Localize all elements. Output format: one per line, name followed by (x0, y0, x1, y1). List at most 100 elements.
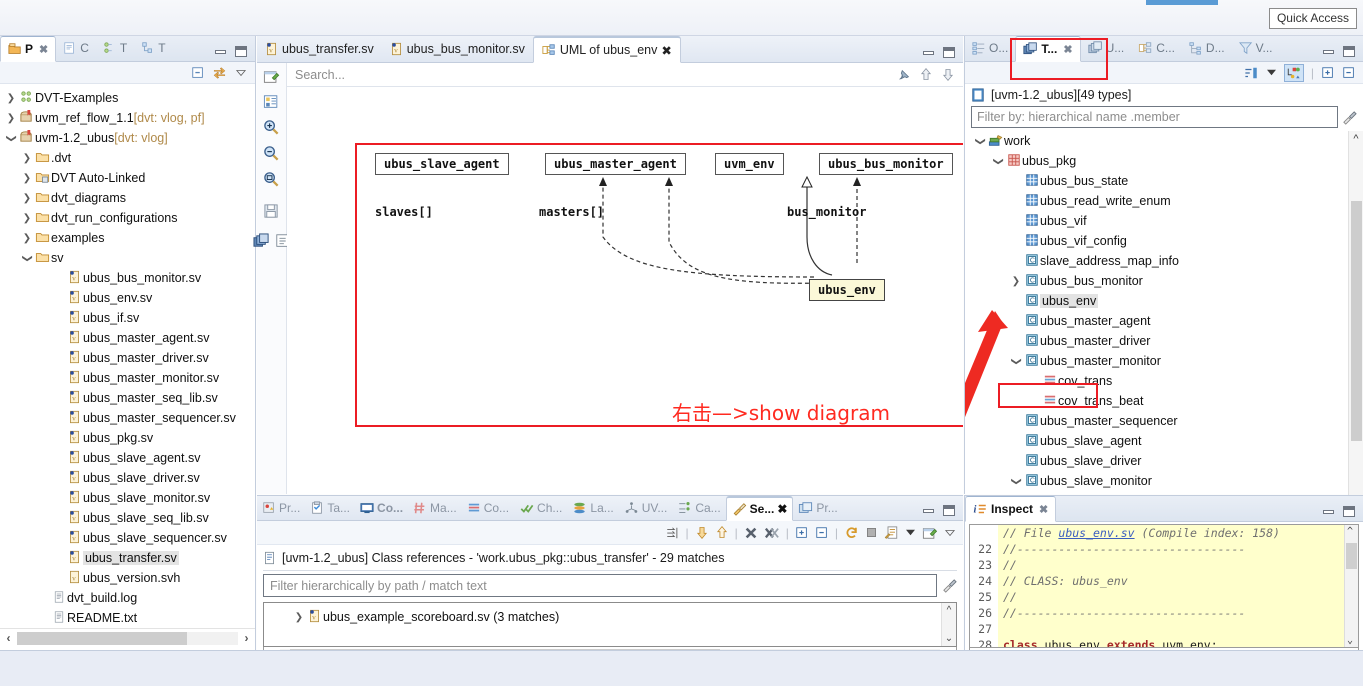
chevron-right-icon[interactable]: ❯ (20, 233, 34, 244)
tree-item-ubus-slave-driver-sv[interactable]: v ubus_slave_driver.sv (0, 468, 255, 488)
close-icon[interactable]: ✖ (39, 43, 48, 56)
zoom-in-icon[interactable] (263, 119, 280, 136)
close-icon[interactable]: ✖ (661, 43, 671, 58)
tree-item-dvt-auto-linked[interactable]: ❯ DVT Auto-Linked (0, 168, 255, 188)
search-results-box[interactable]: ❯ v ubus_example_scoreboard.sv (3 matche… (263, 602, 957, 647)
tab-hierarchy[interactable]: T (134, 35, 172, 61)
tree-item-uvm-1-2-ubus[interactable]: ❯ uvm-1.2_ubus [dvt: vlog] (0, 128, 255, 148)
quick-access-field[interactable]: Quick Access (1268, 8, 1357, 29)
group-icon[interactable] (1283, 63, 1304, 82)
results-vscrollbar[interactable]: ^ ⌄ (941, 603, 956, 646)
chevron-down-icon[interactable]: ❯ (991, 156, 1005, 167)
save-icon[interactable] (263, 203, 280, 220)
project-tree[interactable]: ❯ DVT-Examples ❯ uvm_ref_flow_1.1 [dvt: vlo… (0, 84, 255, 628)
tab-pr-0[interactable]: Pr... (257, 495, 305, 520)
rerun-icon[interactable] (844, 526, 859, 540)
type-item-ubus-pkg[interactable]: ❯ ubus_pkg (965, 151, 1348, 171)
tree-item-sv[interactable]: ❯ sv (0, 248, 255, 268)
diagram-search-row[interactable]: Search... (287, 63, 963, 87)
tab-c-3[interactable]: C... (1131, 35, 1182, 61)
expand-all-icon[interactable] (1321, 66, 1335, 80)
minimize-button[interactable] (923, 50, 934, 55)
pin-icon[interactable] (897, 68, 911, 82)
maximize-button[interactable] (235, 46, 247, 57)
minimize-button[interactable] (923, 508, 934, 513)
chevron-right-icon[interactable]: ❯ (20, 213, 34, 224)
tree-item-ubus-slave-agent-sv[interactable]: v ubus_slave_agent.sv (0, 448, 255, 468)
close-icon[interactable]: ✖ (1063, 43, 1072, 56)
tab-ca-8[interactable]: Ca... (672, 495, 725, 520)
minimize-button[interactable] (215, 49, 226, 54)
tab-types[interactable]: T (96, 35, 134, 61)
chevron-right-icon[interactable]: ❯ (1009, 276, 1023, 287)
tree-item-ubus-master-agent-sv[interactable]: v ubus_master_agent.sv (0, 328, 255, 348)
code-vscrollbar[interactable]: ^ ⌄ (1344, 525, 1358, 647)
editor-tab-uml-of-ubus-env[interactable]: UML of ubus_env ✖ (532, 36, 681, 63)
clear-filter-icon[interactable] (1342, 110, 1357, 125)
tab-ma-3[interactable]: Ma... (408, 495, 462, 520)
editor-tab-ubus-bus-monitor[interactable]: v ubus_bus_monitor.sv (382, 35, 533, 62)
editor-tab-ubus-transfer[interactable]: v ubus_transfer.sv (257, 35, 382, 62)
tree-item-dvt-run-configurations[interactable]: ❯ dvt_run_configurations (0, 208, 255, 228)
scroll-up-arrow[interactable]: ^ (1347, 526, 1353, 537)
type-item-ubus-bus-state[interactable]: ubus_bus_state (965, 171, 1348, 191)
type-item-ubus-master-driver[interactable]: Cubus_master_driver (965, 331, 1348, 351)
type-item-ubus-slave-driver[interactable]: Cubus_slave_driver (965, 451, 1348, 471)
view-menu-icon[interactable] (234, 68, 248, 78)
tab-se-9[interactable]: Se... ✖ (725, 496, 794, 521)
tree-item-examples[interactable]: ❯ examples (0, 228, 255, 248)
zoom-fit-icon[interactable] (263, 171, 280, 188)
tree-item-ubus-slave-monitor-sv[interactable]: v ubus_slave_monitor.sv (0, 488, 255, 508)
new-diagram-icon[interactable] (263, 69, 280, 85)
chevron-right-icon[interactable]: ❯ (20, 193, 34, 204)
type-item-ubus-bus-monitor[interactable]: ❯ Cubus_bus_monitor (965, 271, 1348, 291)
type-item-ubus-slave-monitor[interactable]: ❯ Cubus_slave_monitor (965, 471, 1348, 491)
type-item-slave-address-map-info[interactable]: Cslave_address_map_info (965, 251, 1348, 271)
tree-item-ubus-pkg-sv[interactable]: v ubus_pkg.sv (0, 428, 255, 448)
remove-all-icon[interactable] (764, 526, 780, 540)
types-tree[interactable]: ❯ work ❯ ubus_pkg ubus_bus_state ubus_read_wr… (965, 131, 1348, 515)
remove-icon[interactable] (744, 526, 758, 540)
tab-d-4[interactable]: D... (1182, 35, 1232, 61)
close-icon[interactable]: ✖ (1039, 503, 1048, 516)
uml-node-ubus-bus-monitor[interactable]: ubus_bus_monitor (819, 153, 953, 175)
chevron-right-icon[interactable]: ❯ (4, 113, 18, 124)
down-arrow-icon[interactable] (941, 67, 955, 82)
clear-filter-icon[interactable] (942, 578, 957, 593)
tree-item-uvm-ref-flow-1-1[interactable]: ❯ uvm_ref_flow_1.1 [dvt: vlog, pf] (0, 108, 255, 128)
type-item-ubus-env[interactable]: Cubus_env (965, 291, 1348, 311)
menu-arrow-icon[interactable] (1266, 68, 1277, 77)
type-item-ubus-master-sequencer[interactable]: Cubus_master_sequencer (965, 411, 1348, 431)
sort-icon[interactable] (1244, 66, 1259, 80)
type-item-ubus-vif-config[interactable]: ubus_vif_config (965, 231, 1348, 251)
types-filter-input[interactable]: Filter by: hierarchical name .member (971, 106, 1338, 128)
tab-o-0[interactable]: O... (965, 35, 1015, 61)
minimize-button[interactable] (1323, 509, 1334, 514)
scroll-thumb[interactable] (1351, 201, 1362, 441)
tree-item-ubus-if-sv[interactable]: v ubus_if.sv (0, 308, 255, 328)
tree-item-ubus-slave-seq-lib-sv[interactable]: v ubus_slave_seq_lib.sv (0, 508, 255, 528)
type-item-ubus-master-monitor[interactable]: ❯ Cubus_master_monitor (965, 351, 1348, 371)
uml-node-uvm-env[interactable]: uvm_env (715, 153, 784, 175)
tree-item-dvt-examples[interactable]: ❯ DVT-Examples (0, 88, 255, 108)
layout-icon[interactable] (263, 94, 280, 110)
uml-canvas[interactable]: ubus_slave_agent ubus_master_agent uvm_e… (287, 87, 963, 493)
tree-item-ubus-master-driver-sv[interactable]: v ubus_master_driver.sv (0, 348, 255, 368)
stop-icon[interactable] (865, 526, 878, 539)
tab-u-2[interactable]: U... (1081, 35, 1132, 61)
maximize-button[interactable] (1343, 506, 1355, 517)
list-item[interactable]: ❯ v ubus_example_scoreboard.sv (3 matche… (264, 607, 941, 627)
uml-node-ubus-slave-agent[interactable]: ubus_slave_agent (375, 153, 509, 175)
diagram-search-input[interactable]: Search... (295, 68, 345, 82)
type-item-cov-trans-beat[interactable]: cov_trans_beat (965, 391, 1348, 411)
tab-t-1[interactable]: T... ✖ (1015, 36, 1081, 62)
project-explorer-hscrollbar[interactable]: ‹ › (0, 628, 255, 647)
type-item-ubus-master-agent[interactable]: Cubus_master_agent (965, 311, 1348, 331)
up-arrow-icon[interactable] (919, 67, 933, 82)
uml-node-ubus-env[interactable]: ubus_env (809, 279, 885, 301)
scroll-thumb[interactable] (1346, 543, 1357, 569)
collapse-all-icon[interactable] (1342, 66, 1356, 80)
search-results-list[interactable]: ❯ v ubus_example_scoreboard.sv (3 matche… (264, 603, 941, 646)
types-icon[interactable] (252, 233, 270, 250)
inspect-code-area[interactable]: // File ubus_env.sv (Compile index: 158)… (969, 524, 1359, 648)
